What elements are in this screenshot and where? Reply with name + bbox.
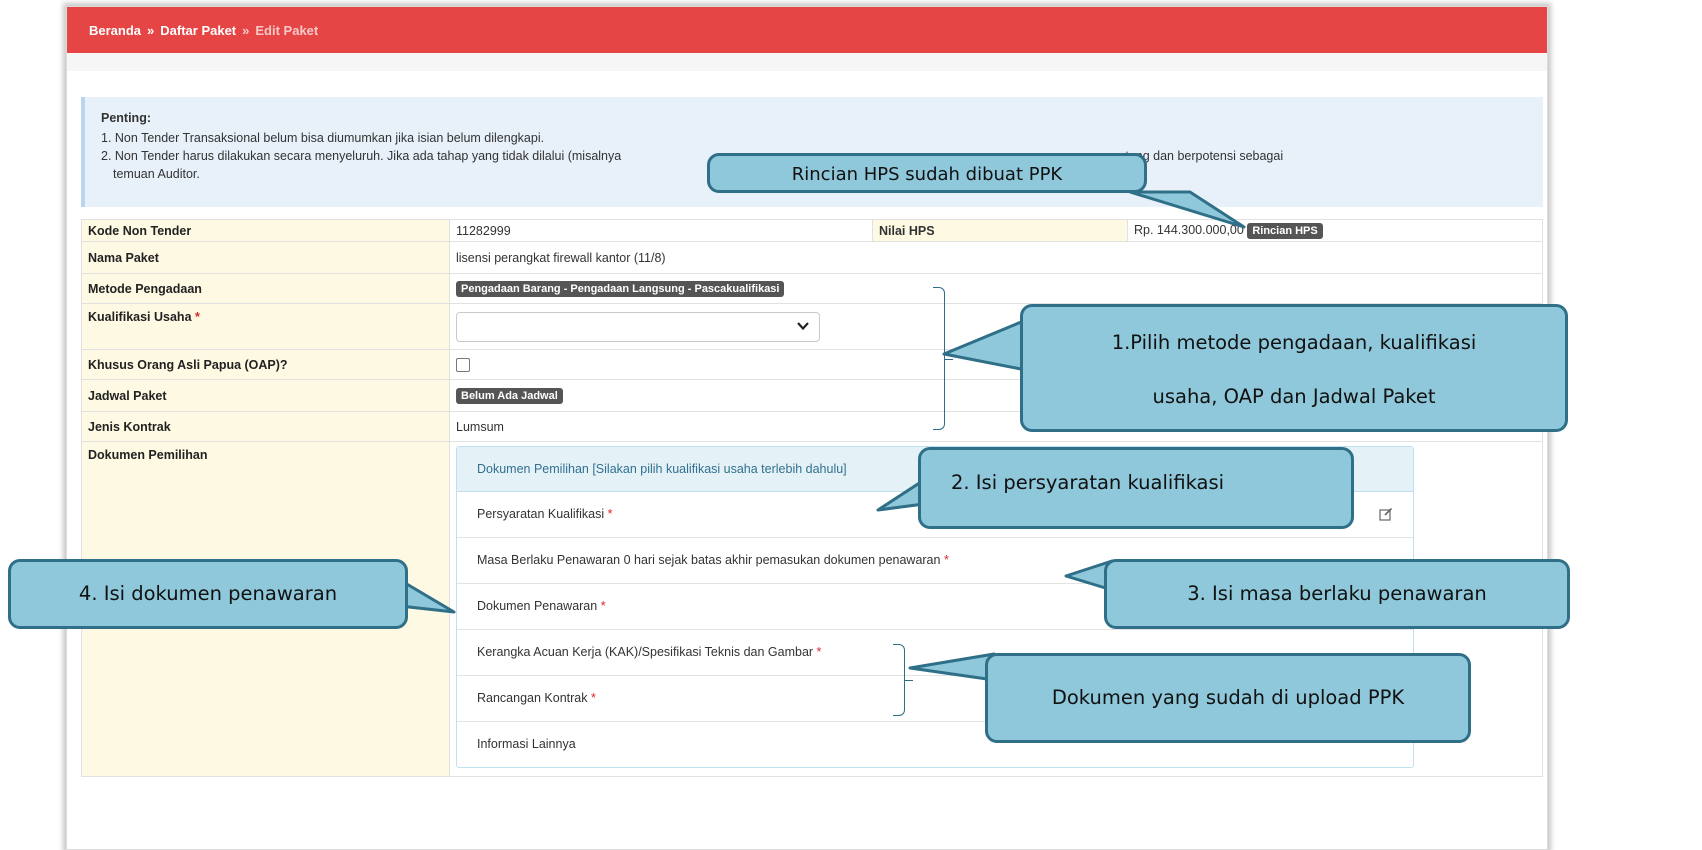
required-mark: * [195, 310, 200, 324]
jadwal-label: Jadwal Paket [81, 379, 450, 412]
breadcrumb-separator: » [147, 23, 155, 38]
dokumen-penawaran-label: Dokumen Penawaran [477, 599, 598, 613]
metode-cell: Pengadaan Barang - Pengadaan Langsung - … [449, 273, 1543, 304]
breadcrumb: Beranda » Daftar Paket » Edit Paket [89, 23, 318, 38]
metode-badge: Pengadaan Barang - Pengadaan Langsung - … [456, 280, 785, 297]
breadcrumb-separator: » [242, 23, 250, 38]
rancangan-kontrak-label: Rancangan Kontrak [477, 691, 588, 705]
nama-label: Nama Paket [81, 241, 450, 274]
callout-hps: Rincian HPS sudah dibuat PPK [707, 153, 1147, 193]
callout-step1-line2: usaha, OAP dan Jadwal Paket [1152, 385, 1436, 408]
sub-bar [67, 53, 1547, 71]
bracket-uploaded [893, 644, 913, 716]
kontrak-label: Jenis Kontrak [81, 411, 450, 442]
callout-step3-text: 3. Isi masa berlaku penawaran [1187, 582, 1487, 605]
notice-heading: Penting: [101, 111, 151, 125]
required-mark: * [600, 599, 606, 613]
notice-item-1: 1. Non Tender Transaksional belum bisa d… [101, 131, 545, 145]
persyaratan-label: Persyaratan Kualifikasi [477, 507, 605, 521]
callout-tail-uploaded [908, 652, 996, 682]
callout-step1: 1.Pilih metode pengadaan, kualifikasi us… [1020, 304, 1568, 432]
callout-hps-text: Rincian HPS sudah dibuat PPK [791, 164, 1063, 185]
kualifikasi-select[interactable] [456, 311, 820, 342]
oap-checkbox[interactable] [456, 357, 470, 372]
callout-tail-hps [1128, 190, 1246, 229]
required-mark: * [816, 645, 822, 659]
chevron-down-icon [797, 321, 809, 330]
kualifikasi-label-text: Kualifikasi Usaha [88, 310, 192, 324]
kak-label: Kerangka Acuan Kerja (KAK)/Spesifikasi T… [477, 645, 814, 659]
kualifikasi-label: Kualifikasi Usaha * [81, 303, 450, 350]
kode-value: 11282999 [449, 219, 873, 242]
breadcrumb-home-link[interactable]: Beranda [89, 23, 141, 38]
informasi-lainnya-label: Informasi Lainnya [477, 737, 576, 751]
required-mark: * [590, 691, 596, 705]
oap-label: Khusus Orang Asli Papua (OAP)? [81, 349, 450, 380]
callout-step1-line1: 1.Pilih metode pengadaan, kualifikasi [1111, 331, 1477, 354]
callout-step4-text: 4. Isi dokumen penawaran [78, 582, 338, 605]
rincian-hps-button[interactable]: Rincian HPS [1247, 222, 1323, 239]
required-mark: * [943, 553, 949, 567]
hps-label: Nilai HPS [872, 219, 1128, 242]
callout-uploaded: Dokumen yang sudah di upload PPK [985, 653, 1471, 743]
breadcrumb-current: Edit Paket [255, 23, 319, 38]
callout-step2: 2. Isi persyaratan kualifikasi [918, 447, 1354, 529]
callout-step4: 4. Isi dokumen penawaran [8, 559, 408, 629]
masa-berlaku-label: Masa Berlaku Penawaran 0 hari sejak bata… [477, 553, 941, 567]
required-mark: * [607, 507, 613, 521]
edit-icon[interactable] [1379, 507, 1393, 521]
callout-uploaded-text: Dokumen yang sudah di upload PPK [1051, 686, 1405, 709]
jadwal-badge[interactable]: Belum Ada Jadwal [456, 387, 563, 404]
kode-label: Kode Non Tender [81, 219, 450, 242]
notice-item-2-start: 2. Non Tender harus dilakukan secara men… [101, 149, 622, 163]
top-bar: Beranda » Daftar Paket » Edit Paket [67, 7, 1547, 53]
callout-tail-step1 [942, 318, 1028, 372]
breadcrumb-list-link[interactable]: Daftar Paket [160, 23, 236, 38]
callout-step3: 3. Isi masa berlaku penawaran [1104, 559, 1570, 629]
metode-label: Metode Pengadaan [81, 273, 450, 304]
nama-value: lisensi perangkat firewall kantor (11/8) [449, 241, 1543, 274]
callout-step2-text: 2. Isi persyaratan kualifikasi [951, 471, 1225, 494]
